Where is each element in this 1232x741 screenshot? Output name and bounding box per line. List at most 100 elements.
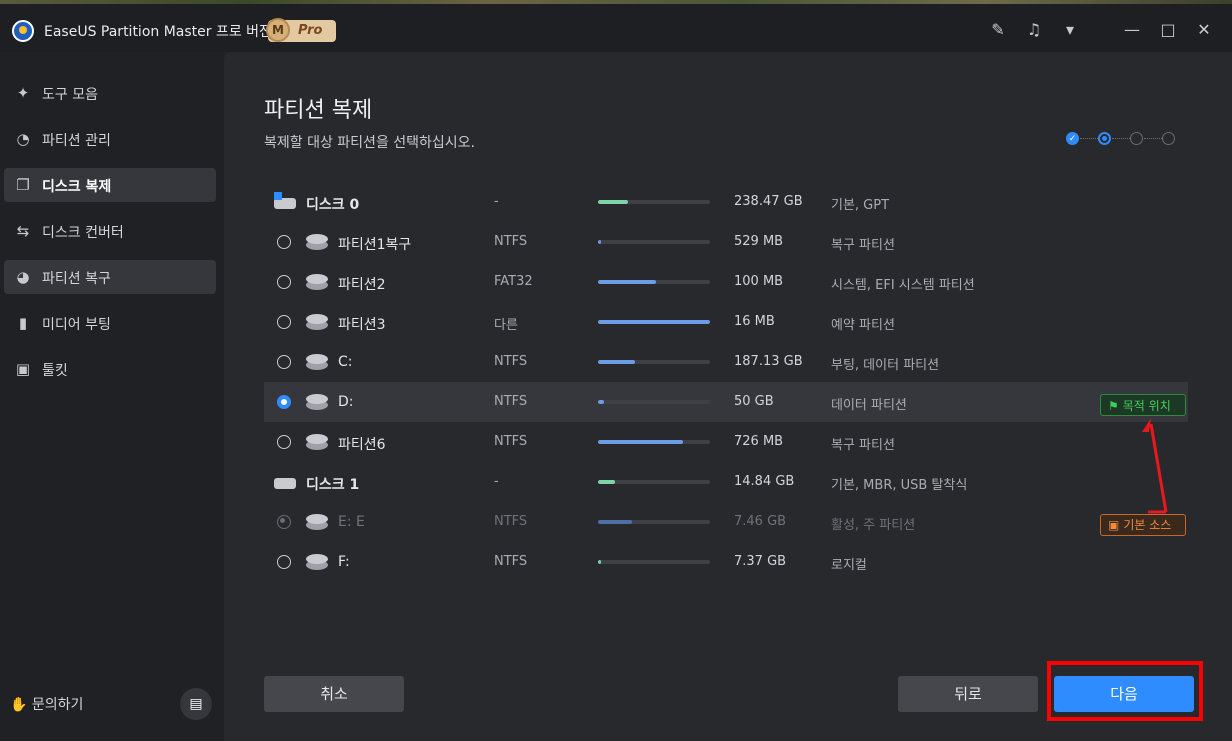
- partition-radio[interactable]: [277, 315, 291, 329]
- file-system: -: [494, 474, 499, 489]
- partition-description: 시스템, EFI 시스템 파티션: [831, 278, 975, 293]
- file-system: -: [494, 194, 499, 209]
- usage-bar-fill: [598, 200, 628, 204]
- partition-size: 7.37 GB: [734, 554, 787, 569]
- usage-bar-fill: [598, 360, 635, 364]
- title-bar: EaseUS Partition Master 프로 버전 M Pro ✎ ♫ …: [0, 4, 1232, 52]
- partition-row[interactable]: D: NTFS 50 GB 데이터 파티션: [264, 382, 1188, 422]
- back-button[interactable]: 뒤로: [898, 676, 1038, 712]
- partition-radio[interactable]: [277, 275, 291, 289]
- usage-bar-fill: [598, 520, 632, 524]
- partition-radio[interactable]: [277, 435, 291, 449]
- target-tag-label: 목적 위치: [1122, 399, 1171, 413]
- sidebar-item-disk-clone[interactable]: ❐ 디스크 복제: [4, 168, 216, 202]
- page-subtitle: 복제할 대상 파티션을 선택하십시오.: [264, 135, 475, 151]
- notes-icon[interactable]: ✎: [988, 20, 1008, 40]
- sidebar-item-media-boot[interactable]: ▮ 미디어 부팅: [4, 306, 216, 340]
- usage-bar: [598, 440, 710, 444]
- bell-icon[interactable]: ♫: [1024, 20, 1044, 40]
- next-button-highlight-box: [1047, 661, 1203, 721]
- disk-drive-icon: [274, 474, 296, 489]
- usage-bar: [598, 240, 710, 244]
- file-system: NTFS: [494, 234, 528, 249]
- file-system: NTFS: [494, 354, 528, 369]
- pro-badge-letter: M: [266, 18, 290, 42]
- easeus-logo-icon: [12, 20, 34, 42]
- partition-size: 238.47 GB: [734, 194, 803, 209]
- sidebar-item-disk-converter[interactable]: ⇆ 디스크 컨버터: [4, 214, 216, 248]
- partition-description: 로지컬: [831, 558, 867, 573]
- partition-name: F:: [338, 554, 350, 570]
- sidebar-item-label: 미디어 부팅: [42, 317, 111, 333]
- sidebar-item-partition-recovery[interactable]: ◕ 파티션 복구: [4, 260, 216, 294]
- source-icon: ▣: [1108, 518, 1120, 532]
- partition-size: 187.13 GB: [734, 354, 803, 369]
- partition-radio[interactable]: [277, 355, 291, 369]
- partition-description: 복구 파티션: [831, 438, 895, 453]
- partition-radio[interactable]: [277, 235, 291, 249]
- target-location-tag: ⚑ 목적 위치: [1100, 394, 1186, 416]
- help-contact-link[interactable]: ✋ 문의하기: [10, 694, 83, 714]
- sidebar-item-toolbox[interactable]: ✦ 도구 모음: [4, 76, 216, 110]
- partition-name: C:: [338, 354, 353, 370]
- partition-description: 활성, 주 파티션: [831, 518, 916, 533]
- usb-boot-icon: ▮: [18, 314, 28, 332]
- partition-row[interactable]: C: NTFS 187.13 GB 부팅, 데이터 파티션: [264, 342, 1188, 382]
- partition-icon: [306, 554, 328, 570]
- page-title: 파티션 복제: [264, 98, 373, 123]
- chat-icon: ▤: [189, 696, 203, 712]
- file-system: NTFS: [494, 434, 528, 449]
- partition-row[interactable]: 파티션3 다른 16 MB 예약 파티션: [264, 302, 1188, 342]
- partition-radio[interactable]: [277, 395, 291, 409]
- partition-radio[interactable]: [277, 555, 291, 569]
- chat-button[interactable]: ▤: [180, 688, 212, 720]
- sidebar-item-toolkit[interactable]: ▣ 툴킷: [4, 352, 216, 386]
- partition-name: 파티션6: [338, 437, 386, 453]
- usage-bar: [598, 400, 710, 404]
- partition-name: 파티션1복구: [338, 237, 412, 253]
- annotation-arrow-line: [1149, 423, 1168, 513]
- usage-bar-fill: [598, 320, 710, 324]
- partition-size: 726 MB: [734, 434, 784, 449]
- partition-description: 예약 파티션: [831, 318, 895, 333]
- partition-row[interactable]: F: NTFS 7.37 GB 로지컬: [264, 542, 1188, 582]
- partition-name: 파티션2: [338, 277, 386, 293]
- partition-row[interactable]: 파티션1복구 NTFS 529 MB 복구 파티션: [264, 222, 1188, 262]
- sidebar-item-label: 파티션 복구: [42, 271, 111, 287]
- usage-bar-fill: [598, 480, 615, 484]
- annotation-arrow: [1142, 418, 1168, 514]
- flag-icon: ⚑: [1108, 399, 1119, 413]
- maximize-icon[interactable]: □: [1158, 20, 1178, 40]
- partition-manage-icon: ◔: [16, 130, 30, 148]
- usage-bar-fill: [598, 280, 656, 284]
- sidebar-item-label: 디스크 복제: [42, 179, 112, 195]
- file-system: NTFS: [494, 514, 528, 529]
- usage-bar-fill: [598, 560, 601, 564]
- step-4: [1162, 132, 1175, 145]
- partition-icon: [306, 514, 328, 530]
- usage-bar: [598, 320, 710, 324]
- usage-bar-fill: [598, 440, 683, 444]
- partition-name: D:: [338, 394, 354, 410]
- disk-row: 디스크 0 - 238.47 GB 기본, GPT: [264, 182, 1188, 222]
- disk-clone-icon: ❐: [16, 176, 30, 194]
- partition-row[interactable]: 파티션2 FAT32 100 MB 시스템, EFI 시스템 파티션: [264, 262, 1188, 302]
- step-1-done-icon: ✓: [1066, 132, 1079, 145]
- cancel-button[interactable]: 취소: [264, 676, 404, 712]
- usage-bar: [598, 480, 710, 484]
- partition-icon: [306, 434, 328, 450]
- partition-description: 복구 파티션: [831, 238, 895, 253]
- close-icon[interactable]: ✕: [1194, 20, 1214, 40]
- sidebar-item-partition-manager[interactable]: ◔ 파티션 관리: [4, 122, 216, 156]
- usage-bar: [598, 360, 710, 364]
- step-indicator: ✓: [1064, 130, 1184, 148]
- minimize-icon[interactable]: —: [1122, 20, 1142, 40]
- partition-name: 파티션3: [338, 317, 386, 333]
- partition-icon: [306, 314, 328, 330]
- partition-icon: [306, 394, 328, 410]
- partition-row[interactable]: 파티션6 NTFS 726 MB 복구 파티션: [264, 422, 1188, 462]
- sidebar-item-label: 툴킷: [42, 363, 68, 379]
- partition-name: 디스크 0: [306, 197, 360, 213]
- file-system: NTFS: [494, 554, 528, 569]
- dropdown-box-icon[interactable]: ▾: [1060, 20, 1080, 40]
